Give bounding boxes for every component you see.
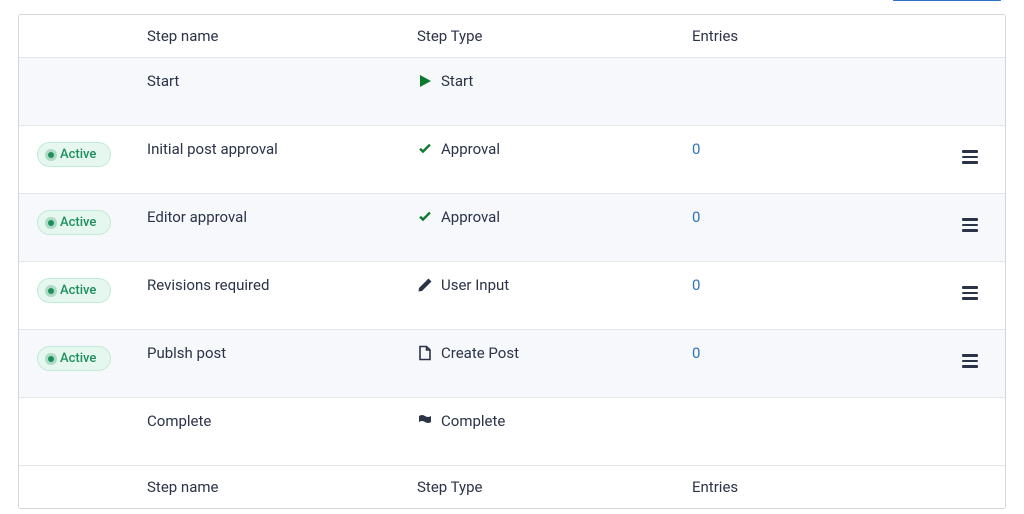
entries-link[interactable]: 0	[692, 344, 700, 362]
step-type-label: Complete	[441, 412, 505, 430]
step-type-label: Create Post	[441, 344, 519, 362]
status-label: Active	[60, 147, 96, 162]
step-name: Complete	[139, 412, 409, 430]
step-type: Complete	[409, 412, 684, 430]
footer-status	[19, 478, 139, 480]
table-footer-row: Step name Step Type Entries	[19, 466, 1005, 508]
status-cell: Active	[19, 276, 139, 303]
status-badge: Active	[37, 278, 111, 303]
step-name: Editor approval	[139, 208, 409, 226]
status-cell: Active	[19, 344, 139, 371]
step-type-label: User Input	[441, 276, 509, 294]
file-icon	[417, 345, 433, 361]
table-row: Active Revisions required User Input 0	[19, 262, 1005, 330]
table-row: Active Initial post approval Approval 0	[19, 126, 1005, 194]
step-type-label: Approval	[441, 208, 500, 226]
workflow-steps-table: Step name Step Type Entries Start Start …	[18, 14, 1006, 509]
actions-cell	[944, 276, 1004, 304]
row-menu-button[interactable]	[958, 214, 982, 236]
actions-cell	[944, 140, 1004, 168]
play-icon	[417, 73, 433, 89]
header-status	[19, 27, 139, 29]
table-row: Complete Complete	[19, 398, 1005, 466]
footer-step-name: Step name	[139, 478, 409, 496]
actions-cell	[944, 72, 1004, 78]
table-row: Active Editor approval Approval 0	[19, 194, 1005, 262]
step-name: Initial post approval	[139, 140, 409, 158]
status-dot-icon	[48, 288, 54, 294]
check-icon	[417, 209, 433, 225]
footer-step-type: Step Type	[409, 478, 684, 496]
step-name: Revisions required	[139, 276, 409, 294]
step-name: Publsh post	[139, 344, 409, 362]
flag-icon	[417, 413, 433, 429]
status-label: Active	[60, 283, 96, 298]
status-badge: Active	[37, 210, 111, 235]
pencil-icon	[417, 277, 433, 293]
step-type: Approval	[409, 208, 684, 226]
status-label: Active	[60, 351, 96, 366]
status-dot-icon	[48, 220, 54, 226]
status-badge: Active	[37, 142, 111, 167]
entries-cell: 0	[684, 276, 944, 294]
status-dot-icon	[48, 356, 54, 362]
step-type: User Input	[409, 276, 684, 294]
status-cell: Active	[19, 140, 139, 167]
status-cell	[19, 412, 139, 414]
status-cell: Active	[19, 208, 139, 235]
status-cell	[19, 72, 139, 74]
step-type: Create Post	[409, 344, 684, 362]
entries-link[interactable]: 0	[692, 208, 700, 226]
entries-cell: 0	[684, 140, 944, 158]
table-header-row: Step name Step Type Entries	[19, 15, 1005, 58]
entries-link[interactable]: 0	[692, 140, 700, 158]
entries-cell: 0	[684, 208, 944, 226]
actions-cell	[944, 412, 1004, 418]
status-label: Active	[60, 215, 96, 230]
header-step-name: Step name	[139, 27, 409, 45]
status-dot-icon	[48, 152, 54, 158]
step-type-label: Start	[441, 72, 473, 90]
table-row: Start Start	[19, 58, 1005, 126]
header-step-type: Step Type	[409, 27, 684, 45]
actions-cell	[944, 208, 1004, 236]
footer-entries: Entries	[684, 478, 944, 496]
step-name: Start	[139, 72, 409, 90]
step-type: Approval	[409, 140, 684, 158]
header-entries: Entries	[684, 27, 944, 45]
table-row: Active Publsh post Create Post 0	[19, 330, 1005, 398]
entries-cell: 0	[684, 344, 944, 362]
row-menu-button[interactable]	[958, 146, 982, 168]
row-menu-button[interactable]	[958, 282, 982, 304]
top-button-edge	[893, 0, 1001, 1]
entries-link[interactable]: 0	[692, 276, 700, 294]
step-type-label: Approval	[441, 140, 500, 158]
step-type: Start	[409, 72, 684, 90]
check-icon	[417, 141, 433, 157]
status-badge: Active	[37, 346, 111, 371]
actions-cell	[944, 344, 1004, 372]
row-menu-button[interactable]	[958, 350, 982, 372]
